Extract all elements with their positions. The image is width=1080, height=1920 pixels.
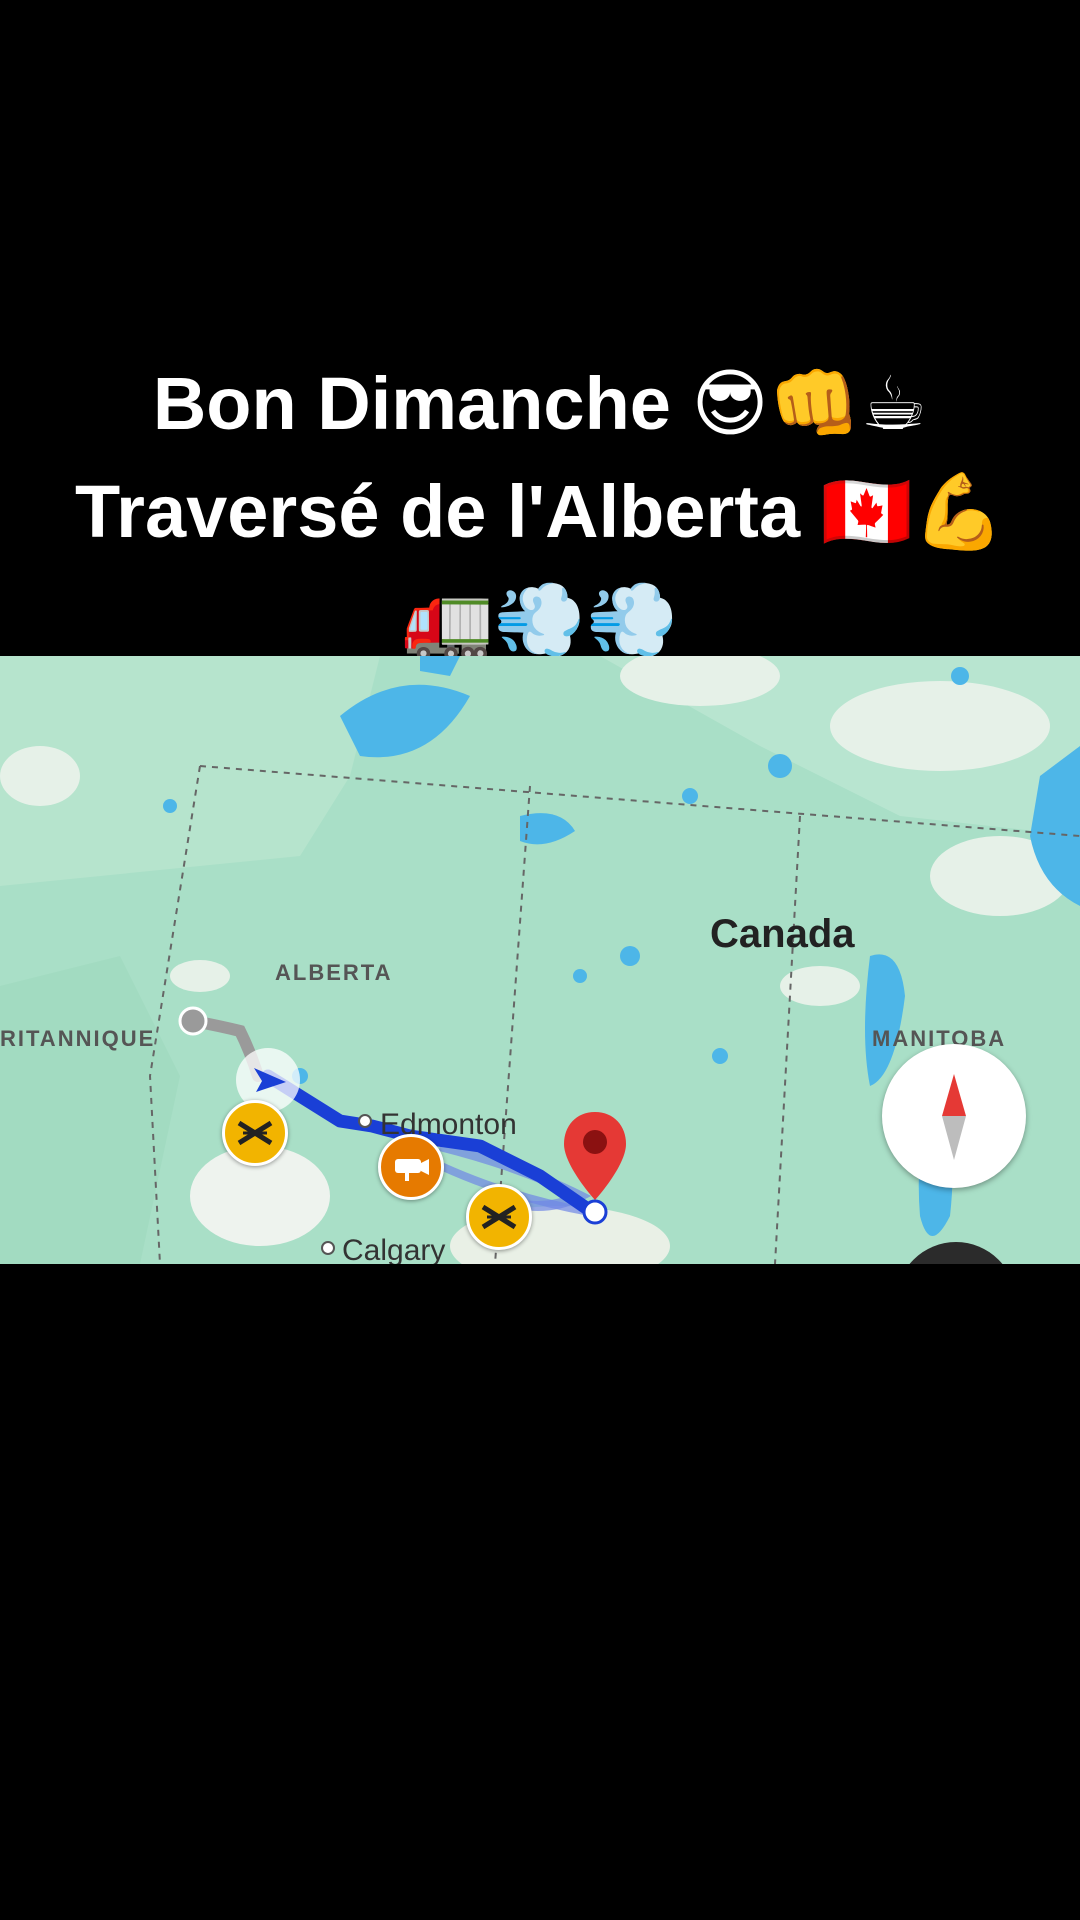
province-label-alberta: ALBERTA bbox=[275, 960, 393, 985]
country-label: Canada bbox=[710, 912, 855, 956]
caption-line-1: Bon Dimanche 😎👊☕ bbox=[152, 362, 928, 445]
destination-pin-icon[interactable] bbox=[560, 1110, 630, 1228]
caption-line-2: Traversé de l'Alberta 🇨🇦💪 bbox=[75, 470, 1005, 553]
railway-crossing-icon[interactable] bbox=[222, 1100, 288, 1166]
speed-camera-icon[interactable] bbox=[378, 1134, 444, 1200]
compass-icon bbox=[942, 1074, 966, 1160]
compass-button[interactable] bbox=[882, 1044, 1026, 1188]
video-caption: Bon Dimanche 😎👊☕ Traversé de l'Alberta 🇨… bbox=[0, 350, 1080, 674]
railway-crossing-icon[interactable] bbox=[466, 1184, 532, 1250]
map-view[interactable]: ALBERTA RITANNIQUE MANITOBA Canada Edmon… bbox=[0, 656, 1080, 1264]
province-label-british-columbia: RITANNIQUE bbox=[0, 1026, 156, 1051]
city-label-calgary: Calgary bbox=[342, 1234, 446, 1264]
